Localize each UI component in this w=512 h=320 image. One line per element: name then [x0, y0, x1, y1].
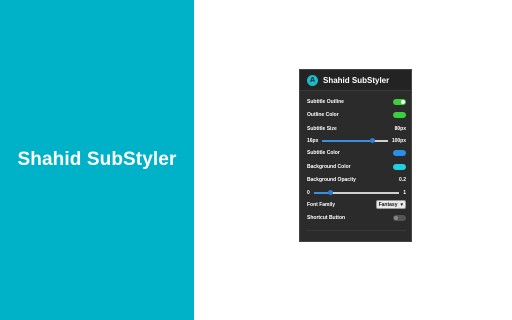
- subtitle-size-max: 100px: [391, 138, 406, 144]
- outline-color-label: Outline Color: [307, 112, 339, 119]
- subtitle-color-row: Subtitle Color: [307, 147, 406, 161]
- background-opacity-slider-thumb[interactable]: [328, 189, 334, 195]
- font-family-select[interactable]: Fantasy ▾: [375, 200, 406, 210]
- subtitle-size-slider-row: 16px 100px: [307, 136, 406, 147]
- background-color-picker[interactable]: [393, 163, 406, 170]
- background-opacity-row: Background Opacity 0.2: [307, 174, 406, 188]
- outline-color-picker[interactable]: [393, 112, 406, 119]
- shortcut-button-toggle[interactable]: [393, 215, 406, 222]
- popup-title: Shahid SubStyler: [323, 75, 390, 85]
- shortcut-button-label: Shortcut Button: [307, 215, 346, 222]
- background-color-row: Background Color: [307, 160, 406, 174]
- logo-icon: A: [307, 74, 318, 86]
- shortcut-button-row: Shortcut Button: [307, 212, 406, 226]
- subtitle-size-slider-thumb[interactable]: [369, 138, 375, 143]
- background-opacity-label: Background Opacity: [307, 177, 356, 184]
- subtitle-outline-toggle[interactable]: [393, 98, 406, 105]
- subtitle-color-picker[interactable]: [393, 150, 406, 157]
- font-family-label: Font Family: [307, 201, 336, 208]
- background-opacity-min: 0: [307, 189, 310, 196]
- subtitle-size-value: 80px: [394, 125, 406, 132]
- background-opacity-max: 1: [403, 189, 406, 196]
- background-opacity-slider[interactable]: [313, 189, 400, 195]
- subtitle-outline-row: Subtitle Outline: [307, 95, 406, 109]
- background-color-label: Background Color: [307, 163, 351, 170]
- subtitle-size-label: Subtitle Size: [307, 125, 337, 132]
- chevron-down-icon: ▾: [400, 201, 403, 208]
- font-family-row: Font Family Fantasy ▾: [307, 198, 406, 212]
- background-opacity-value: 0.2: [399, 177, 406, 184]
- subtitle-size-slider[interactable]: [322, 138, 388, 143]
- subtitle-outline-label: Subtitle Outline: [307, 98, 344, 105]
- subtitle-size-row: Subtitle Size 80px: [307, 122, 406, 136]
- font-family-selected: Fantasy: [378, 201, 398, 208]
- popup-header: A Shahid SubStyler: [300, 70, 411, 91]
- outline-color-row: Outline Color: [307, 109, 406, 123]
- footer-divider: [307, 230, 406, 231]
- background-opacity-slider-row: 0 1: [307, 187, 406, 198]
- subtitle-size-min: 16px: [307, 138, 319, 144]
- subtitle-color-label: Subtitle Color: [307, 150, 340, 157]
- extension-popup: A Shahid SubStyler Subtitle Outline Outl…: [299, 69, 412, 242]
- promo-title: Shahid SubStyler: [17, 149, 177, 170]
- promo-panel: Shahid SubStyler: [0, 0, 194, 320]
